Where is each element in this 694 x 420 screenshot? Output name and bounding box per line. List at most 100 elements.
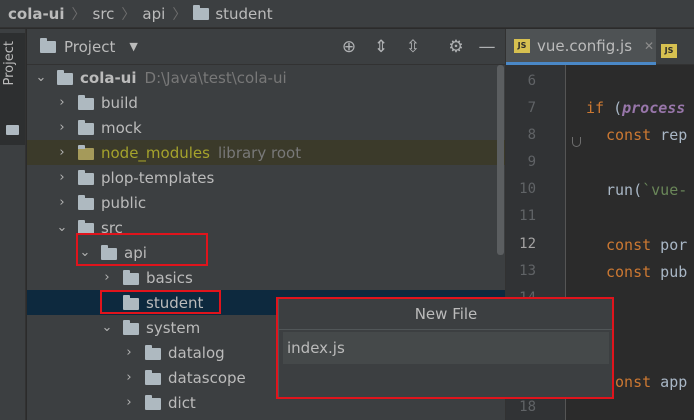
tool-window-strip: Project [0,29,26,420]
code-token: const [606,126,652,144]
tree-item-plop-templates[interactable]: › plop-templates [27,165,505,190]
breadcrumb-label: cola-ui [8,4,65,23]
collapse-all-icon[interactable]: ⇳ [403,37,423,57]
folder-icon [145,344,161,360]
folder-icon [78,194,94,210]
folder-icon [123,319,139,335]
breadcrumb: cola-ui 〉 src 〉 api 〉 student [0,0,694,28]
expanded-arrow-icon[interactable]: ⌄ [56,220,68,235]
line-number: 7 [527,100,536,116]
collapsed-arrow-icon[interactable]: › [56,170,68,185]
folder-icon [57,69,73,85]
fold-marker-icon[interactable] [572,137,581,147]
close-tab-icon[interactable]: ✕ [644,39,654,53]
code-token: run( [606,181,643,199]
line-number: 10 [519,181,536,197]
highlight-box-student [100,290,221,314]
breadcrumb-label: api [142,4,166,23]
tree-item-label: plop-templates [101,168,215,187]
tree-item-label: basics [146,268,193,287]
tree-item-node-modules[interactable]: › node_modules library root [27,140,505,165]
project-path-hint: D:\Java\test\cola-ui [144,68,287,87]
code-line-10[interactable]: run(`vue- [606,181,687,199]
tree-item-cola-ui[interactable]: ⌄ cola-ui D:\Java\test\cola-ui [27,65,505,90]
folder-icon [193,4,210,20]
line-number: 18 [519,399,536,415]
tree-item-basics[interactable]: › basics [27,265,505,290]
breadcrumb-separator: 〉 [172,6,187,23]
project-panel-header: Project ▼ ⊕ ⇕ ⇳ ⚙ — [27,29,505,65]
expanded-arrow-icon[interactable]: ⌄ [35,70,47,85]
tree-item-mock[interactable]: › mock [27,115,505,140]
folder-icon [78,119,94,135]
tree-item-public[interactable]: › public [27,190,505,215]
line-number: 8 [527,127,536,143]
locate-icon[interactable]: ⊕ [339,37,359,57]
folder-icon [123,269,139,285]
line-number: 9 [527,154,536,170]
editor-tab-second[interactable]: JS [661,39,694,58]
tree-item-label: system [146,318,201,337]
editor-tab-bar: JS vue.config.js ✕ JS [506,29,694,65]
line-number: 13 [519,263,536,279]
code-token: `vue- [642,181,688,199]
collapsed-arrow-icon[interactable]: › [56,95,68,110]
folder-icon [145,394,161,410]
tree-item-label: build [101,93,138,112]
code-token: process [622,99,686,117]
tree-item-label: node_modules [101,143,210,162]
expanded-arrow-icon[interactable]: ⌄ [101,320,113,335]
view-dropdown-icon[interactable]: ▼ [129,40,137,53]
collapsed-arrow-icon[interactable]: › [56,120,68,135]
folder-icon [6,125,19,135]
tree-item-label: datalog [168,343,225,362]
folder-icon [78,169,94,185]
gear-icon[interactable]: ⚙ [446,37,466,57]
collapsed-arrow-icon[interactable]: › [123,345,135,360]
collapsed-arrow-icon[interactable]: › [123,395,135,410]
project-tree-scrollbar[interactable] [497,65,504,255]
breadcrumb-item-cola-ui[interactable]: cola-ui [8,5,65,23]
line-number: 11 [519,208,536,224]
folder-icon [78,144,94,160]
code-token: app [651,373,688,391]
folder-icon [40,37,56,53]
code-token: ( [604,99,623,117]
js-file-icon: JS [661,44,677,58]
breadcrumb-item-src[interactable]: src [93,5,115,23]
tree-item-label: datascope [168,368,246,387]
project-tool-window-button[interactable]: Project [0,33,25,145]
collapsed-arrow-icon[interactable]: › [56,195,68,210]
code-token: if [586,99,605,117]
line-number-current: 12 [519,236,536,252]
breadcrumb-item-student[interactable]: student [193,4,273,23]
tree-item-build[interactable]: › build [27,90,505,115]
expand-all-icon[interactable]: ⇕ [371,37,391,57]
collapsed-arrow-icon[interactable]: › [123,370,135,385]
code-token: const [606,236,652,254]
breadcrumb-separator: 〉 [71,6,86,23]
code-line-17[interactable]: const app [606,373,687,391]
code-line-7[interactable]: if (process [586,99,685,117]
code-line-8[interactable]: const rep [606,126,687,144]
project-view-title[interactable]: Project [64,38,115,56]
tree-item-label: public [101,193,147,212]
project-strip-label: Project [2,41,17,86]
breadcrumb-label: src [92,4,115,23]
breadcrumb-separator: 〉 [121,6,136,23]
js-file-icon: JS [514,38,530,53]
collapsed-arrow-icon[interactable]: › [101,270,113,285]
folder-icon [78,94,94,110]
collapsed-arrow-icon[interactable]: › [56,145,68,160]
code-token: rep [651,126,688,144]
tree-item-label: cola-ui [80,68,137,87]
tree-item-label: dict [168,393,196,412]
code-token: por [651,236,688,254]
code-line-12[interactable]: const por [606,236,687,254]
hide-icon[interactable]: — [477,37,497,57]
highlight-box-api [76,233,208,266]
code-line-13[interactable]: const pub [606,263,687,281]
line-number: 6 [527,73,536,89]
editor-tab-vue-config[interactable]: JS vue.config.js ✕ [506,29,656,65]
breadcrumb-item-api[interactable]: api [142,5,165,23]
